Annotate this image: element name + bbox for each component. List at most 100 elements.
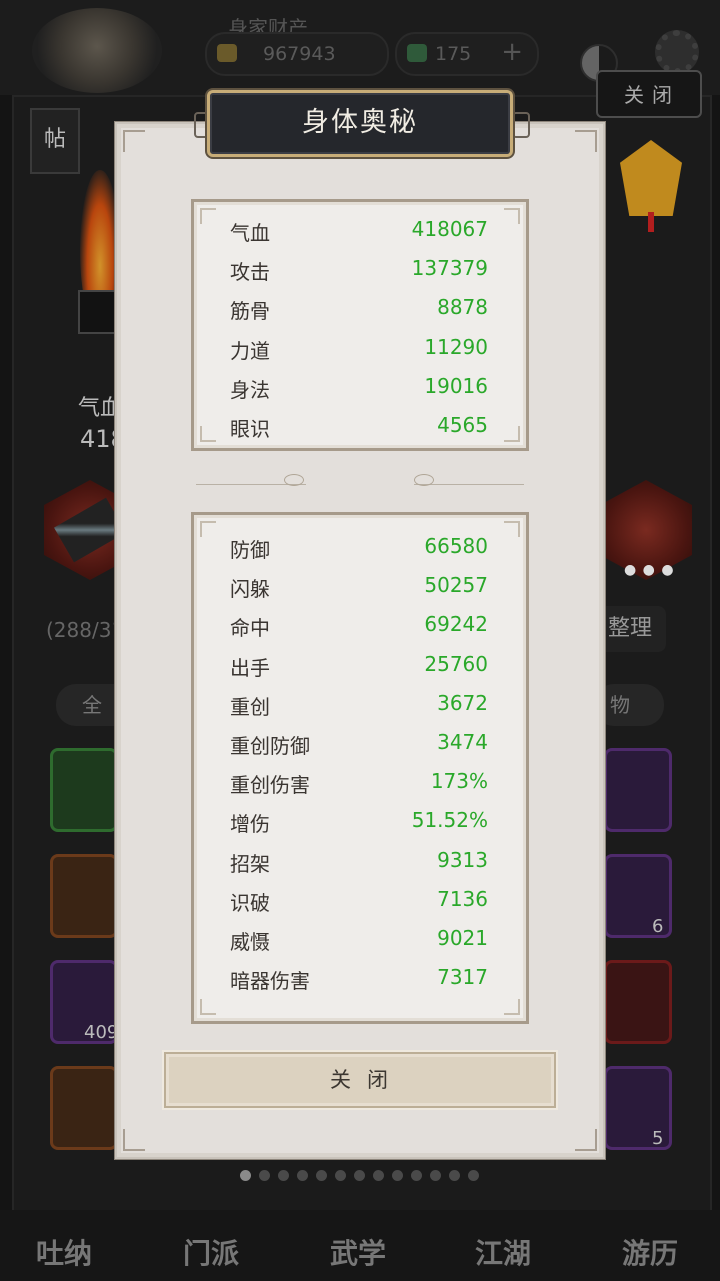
- gold-counter: 967943: [205, 32, 389, 76]
- base-stats-panel: 气血 418067 攻击 137379 筋骨 8878 力道 11290 身法 19016 眼识 45…: [191, 199, 529, 451]
- more-dots-icon: ● ● ●: [624, 562, 675, 578]
- stat-name: 身法: [230, 377, 270, 402]
- page-dot: [240, 1170, 251, 1181]
- stat-value: 173%: [430, 769, 488, 794]
- add-jade-button[interactable]: +: [501, 37, 523, 67]
- gold-ingot-icon: [217, 44, 237, 62]
- divider-ornament: [284, 474, 304, 486]
- stat-name: 暗器伤害: [230, 969, 310, 994]
- page-dot: [449, 1170, 460, 1181]
- modal-corner-ornament: [123, 130, 145, 152]
- slot-count: 409: [84, 1022, 119, 1043]
- stat-row: 重创伤害 173%: [194, 763, 526, 802]
- stat-value: 4565: [437, 412, 488, 437]
- stat-name: 眼识: [230, 416, 270, 441]
- stat-name: 筋骨: [230, 299, 270, 324]
- stat-value: 7136: [437, 886, 488, 911]
- stat-row: 出手 25760: [194, 646, 526, 685]
- page-dot: [316, 1170, 327, 1181]
- stat-row: 重创防御 3474: [194, 724, 526, 763]
- stat-row: 重创 3672: [194, 685, 526, 724]
- stat-name: 闪躲: [230, 577, 270, 602]
- stat-value: 7317: [437, 965, 488, 990]
- stat-value: 50257: [424, 573, 488, 598]
- stat-row: 身法 19016: [194, 368, 526, 407]
- stat-name: 出手: [230, 655, 270, 680]
- stat-name: 重创防御: [230, 733, 310, 758]
- stat-row: 暗器伤害 7317: [194, 959, 526, 998]
- nav-travel[interactable]: 游历: [622, 1232, 678, 1272]
- stat-row: 招架 9313: [194, 842, 526, 881]
- stat-name: 命中: [230, 616, 270, 641]
- inventory-slot[interactable]: [604, 748, 672, 832]
- page-dot: [411, 1170, 422, 1181]
- stat-value: 11290: [424, 334, 488, 359]
- gear-icon[interactable]: [655, 30, 699, 74]
- modal-title: 身体奥秘: [302, 107, 418, 138]
- stat-value: 66580: [424, 534, 488, 558]
- medal-tassel: [648, 212, 654, 232]
- combat-stats-list: 防御 66580 闪躲 50257 命中 69242 出手 25760 重创 3672 重创防御 34…: [194, 528, 526, 1005]
- nav-sect[interactable]: 门派: [183, 1232, 239, 1272]
- page-indicator: [240, 1166, 487, 1181]
- stat-value: 9021: [437, 925, 488, 950]
- stat-row: 闪躲 50257: [194, 567, 526, 606]
- stat-value: 9313: [437, 847, 488, 872]
- stat-row: 识破 7136: [194, 881, 526, 920]
- stat-value: 25760: [424, 651, 488, 676]
- page-dot: [373, 1170, 384, 1181]
- inventory-slot[interactable]: [50, 854, 118, 938]
- nav-tuna[interactable]: 吐纳: [36, 1232, 92, 1272]
- base-stats-list: 气血 418067 攻击 137379 筋骨 8878 力道 11290 身法 19016 眼识 45…: [194, 211, 526, 446]
- stat-row: 破甲概率 0.00%: [194, 998, 526, 1005]
- gold-value: 967943: [263, 43, 336, 65]
- stat-name: 招架: [230, 851, 270, 876]
- page-dot: [354, 1170, 365, 1181]
- page-dot: [430, 1170, 441, 1181]
- stat-value: 3672: [437, 690, 488, 715]
- stat-value: 418067: [411, 217, 488, 241]
- stat-row: 增伤 51.52%: [194, 802, 526, 841]
- modal-title-plaque: 身体奥秘: [207, 90, 513, 157]
- stat-row: 威慑 9021: [194, 920, 526, 959]
- stat-row: 防御 66580: [194, 528, 526, 567]
- post-icon[interactable]: 帖: [30, 108, 80, 174]
- player-avatar[interactable]: [32, 8, 162, 93]
- page-dot: [259, 1170, 270, 1181]
- slot-count: 6: [652, 916, 664, 937]
- stat-row: 眼识 4565: [194, 407, 526, 446]
- jade-counter: 175 +: [395, 32, 539, 76]
- inventory-slot[interactable]: [604, 960, 672, 1044]
- stat-row: 力道 11290: [194, 329, 526, 368]
- slot-count: 5: [652, 1128, 664, 1149]
- stat-name: 重创伤害: [230, 773, 310, 798]
- inventory-slot[interactable]: [50, 1066, 118, 1150]
- stat-name: 威慑: [230, 929, 270, 954]
- combat-stats-panel[interactable]: 防御 66580 闪躲 50257 命中 69242 出手 25760 重创 3672 重创防御 34…: [191, 512, 529, 1024]
- page-dot: [468, 1170, 479, 1181]
- page-dot: [278, 1170, 289, 1181]
- panel-close-button[interactable]: 关闭: [596, 70, 702, 118]
- stat-row: 筋骨 8878: [194, 289, 526, 328]
- inventory-slot[interactable]: [50, 748, 118, 832]
- stat-value: 19016: [424, 373, 488, 398]
- stat-value: 51.52%: [411, 808, 488, 833]
- modal-close-button[interactable]: 关闭: [164, 1052, 556, 1108]
- page-dot: [335, 1170, 346, 1181]
- stat-row: 命中 69242: [194, 606, 526, 645]
- modal-corner-ornament: [123, 1129, 145, 1151]
- stat-row: 攻击 137379: [194, 250, 526, 289]
- stat-name: 防御: [230, 538, 270, 562]
- modal-corner-ornament: [575, 130, 597, 152]
- stat-name: 力道: [230, 338, 270, 363]
- title-ornament: [512, 112, 530, 138]
- divider-ornament: [414, 474, 434, 486]
- stat-value: 69242: [424, 612, 488, 637]
- nav-martial[interactable]: 武学: [330, 1232, 386, 1272]
- page-dot: [297, 1170, 308, 1181]
- nav-jianghu[interactable]: 江湖: [475, 1232, 531, 1272]
- inventory-count: (288/31: [46, 618, 125, 642]
- stat-value: 0.00%: [424, 1004, 488, 1005]
- combat-stats-scroll[interactable]: 防御 66580 闪躲 50257 命中 69242 出手 25760 重创 3672 重创防御 34…: [194, 519, 526, 1005]
- stat-value: 137379: [411, 256, 488, 281]
